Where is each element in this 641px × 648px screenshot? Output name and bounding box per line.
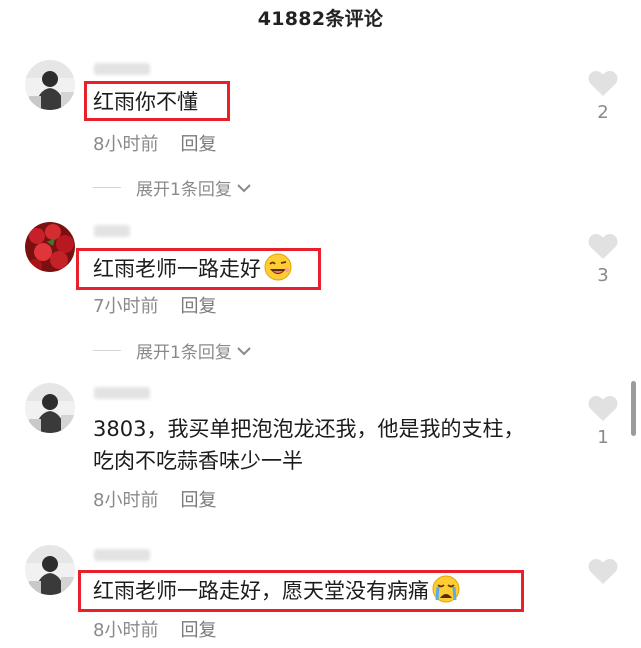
- comment-text: 3803，我买单把泡泡龙还我，他是我的支柱，吃肉不吃蒜香味少一半: [93, 417, 525, 473]
- comment-meta: 8小时前 回复: [93, 130, 216, 156]
- heart-icon: [588, 234, 618, 259]
- chevron-down-icon: [237, 183, 251, 192]
- like-button[interactable]: [585, 558, 621, 590]
- reply-button[interactable]: 回复: [180, 134, 216, 155]
- comment-text: 红雨老师一路走好，愿天堂没有病痛: [93, 574, 461, 607]
- username-blurred[interactable]: [94, 225, 130, 237]
- comment-time: 8小时前: [93, 134, 159, 155]
- like-button[interactable]: 1: [585, 395, 621, 448]
- scrollbar[interactable]: [631, 381, 636, 436]
- user-avatar[interactable]: [25, 222, 75, 272]
- comments-header: 41882条评论: [0, 0, 641, 34]
- comment-time: 7小时前: [93, 296, 159, 317]
- expand-replies-button[interactable]: 展开1条回复: [93, 175, 252, 200]
- user-avatar[interactable]: [25, 383, 75, 433]
- like-count: 1: [597, 427, 609, 448]
- expand-replies-label: 展开1条回复: [136, 180, 232, 200]
- comment-meta: 8小时前 回复: [93, 486, 216, 512]
- expand-replies-label: 展开1条回复: [136, 343, 232, 363]
- divider-line: [93, 187, 121, 188]
- comment-text: 红雨老师一路走好: [93, 252, 293, 285]
- crying-face-emoji-icon: [432, 575, 460, 603]
- like-count: 2: [597, 102, 609, 123]
- heart-icon: [588, 559, 618, 584]
- reply-button[interactable]: 回复: [180, 296, 216, 317]
- comment-meta: 8小时前 回复: [93, 616, 216, 642]
- like-count: 3: [597, 265, 609, 286]
- reply-button[interactable]: 回复: [180, 490, 216, 511]
- username-blurred[interactable]: [94, 549, 150, 561]
- comment-time: 8小时前: [93, 490, 159, 511]
- grinning-wink-emoji-icon: [264, 253, 292, 281]
- comment-text: 红雨你不懂: [93, 90, 198, 114]
- comment-text-label: 红雨老师一路走好: [93, 257, 261, 281]
- user-avatar[interactable]: [25, 60, 75, 110]
- reply-button[interactable]: 回复: [180, 620, 216, 641]
- comment-time: 8小时前: [93, 620, 159, 641]
- user-avatar[interactable]: [25, 545, 75, 595]
- username-blurred[interactable]: [94, 387, 150, 399]
- comment-count-title: 41882条评论: [257, 8, 384, 30]
- comment-meta: 7小时前 回复: [93, 292, 216, 318]
- username-blurred[interactable]: [94, 63, 150, 75]
- expand-replies-button[interactable]: 展开1条回复: [93, 338, 252, 363]
- chevron-down-icon: [237, 346, 251, 355]
- heart-icon: [588, 71, 618, 96]
- like-button[interactable]: 2: [585, 70, 621, 123]
- comment-text-label: 红雨老师一路走好，愿天堂没有病痛: [93, 579, 429, 603]
- heart-icon: [588, 396, 618, 421]
- like-button[interactable]: 3: [585, 233, 621, 286]
- divider-line: [93, 350, 121, 351]
